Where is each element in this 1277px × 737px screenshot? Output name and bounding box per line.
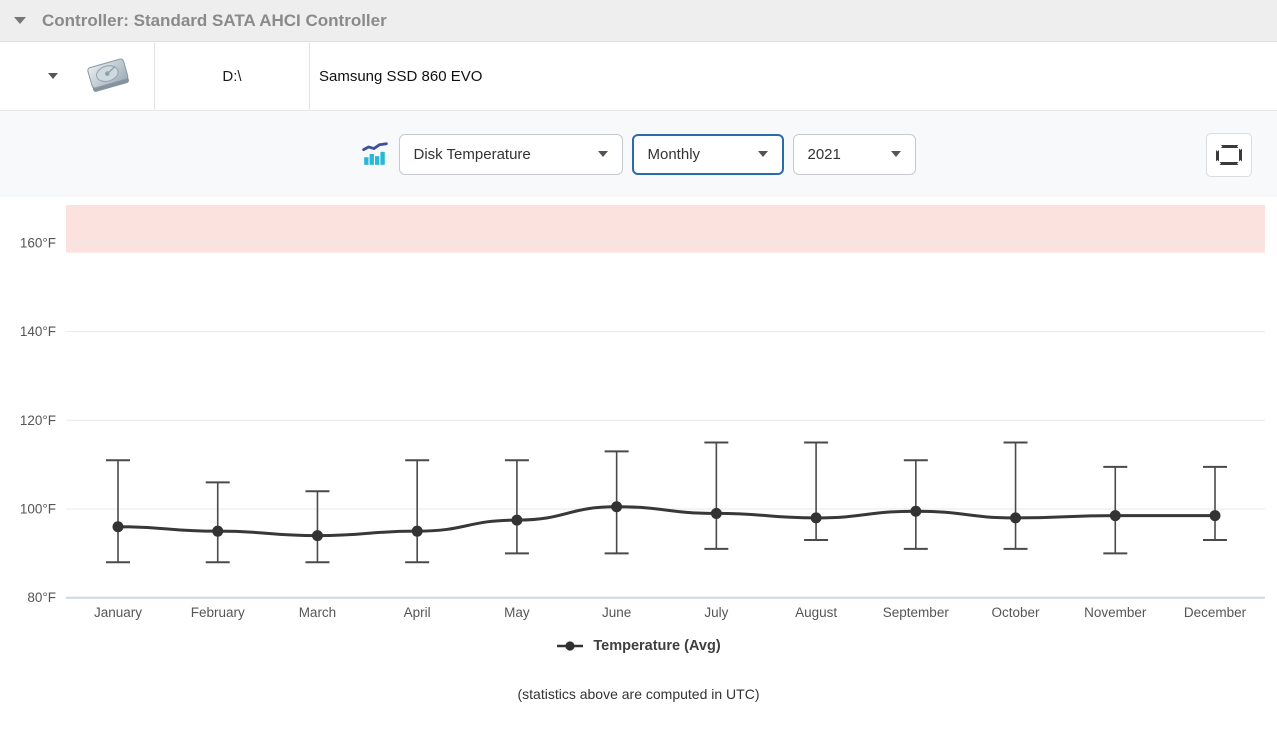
drive-letter: D:\ <box>155 42 310 110</box>
x-tick-label: October <box>992 605 1041 620</box>
data-point <box>511 515 522 526</box>
period-select-value: Monthly <box>648 146 701 163</box>
year-select-value: 2021 <box>808 146 841 163</box>
x-tick-label: February <box>191 605 245 620</box>
legend-marker-icon <box>556 640 584 652</box>
data-point <box>910 506 921 517</box>
x-tick-label: September <box>883 605 950 620</box>
controller-title: Controller: Standard SATA AHCI Controlle… <box>42 11 387 31</box>
x-tick-label: July <box>704 605 728 620</box>
drive-expand-chevron-icon[interactable] <box>48 73 58 79</box>
data-point <box>412 526 423 537</box>
drive-model: Samsung SSD 860 EVO <box>310 42 1277 110</box>
collapse-chevron-icon[interactable] <box>14 17 26 24</box>
fullscreen-button[interactable] <box>1206 133 1252 177</box>
temperature-chart: 160°F 140°F 120°F 100°F 80°F January February M… <box>0 197 1277 629</box>
legend-label: Temperature (Avg) <box>593 638 720 654</box>
data-point <box>611 501 622 512</box>
y-tick-label: 120°F <box>20 413 56 428</box>
y-tick-label: 140°F <box>20 324 56 339</box>
x-tick-label: June <box>602 605 631 620</box>
y-tick-label: 160°F <box>20 235 56 250</box>
metric-select-value: Disk Temperature <box>414 146 531 163</box>
data-point <box>811 512 822 523</box>
data-point <box>1010 512 1021 523</box>
x-tick-label: November <box>1084 605 1147 620</box>
chart-stats-icon <box>362 141 388 167</box>
x-tick-label: August <box>795 605 837 620</box>
x-tick-label: December <box>1184 605 1247 620</box>
data-point <box>1210 510 1221 521</box>
chart-toolbar: Disk Temperature Monthly 2021 <box>0 111 1277 197</box>
caret-down-icon <box>598 151 608 157</box>
data-point <box>1110 510 1121 521</box>
caret-down-icon <box>891 151 901 157</box>
hdd-icon <box>82 54 134 98</box>
x-tick-label: January <box>94 605 142 620</box>
chart-area: 160°F 140°F 120°F 100°F 80°F January February M… <box>0 197 1277 702</box>
x-tick-label: March <box>299 605 337 620</box>
data-point <box>212 526 223 537</box>
x-tick-label: April <box>404 605 431 620</box>
x-tick-label: May <box>504 605 530 620</box>
year-select[interactable]: 2021 <box>793 134 916 175</box>
chart-legend[interactable]: Temperature (Avg) <box>0 638 1277 654</box>
data-point <box>113 521 124 532</box>
y-tick-label: 100°F <box>20 502 56 517</box>
caret-down-icon <box>758 151 768 157</box>
utc-note: (statistics above are computed in UTC) <box>0 686 1277 702</box>
danger-band <box>66 205 1265 253</box>
metric-select[interactable]: Disk Temperature <box>399 134 623 175</box>
fullscreen-icon <box>1215 144 1243 166</box>
data-point <box>312 530 323 541</box>
period-select[interactable]: Monthly <box>632 134 784 175</box>
series-line <box>118 507 1215 536</box>
drive-expand-cell <box>0 42 155 110</box>
y-tick-label: 80°F <box>27 590 56 605</box>
controller-header: Controller: Standard SATA AHCI Controlle… <box>0 0 1277 42</box>
drive-row[interactable]: D:\ Samsung SSD 860 EVO <box>0 42 1277 111</box>
data-point <box>711 508 722 519</box>
